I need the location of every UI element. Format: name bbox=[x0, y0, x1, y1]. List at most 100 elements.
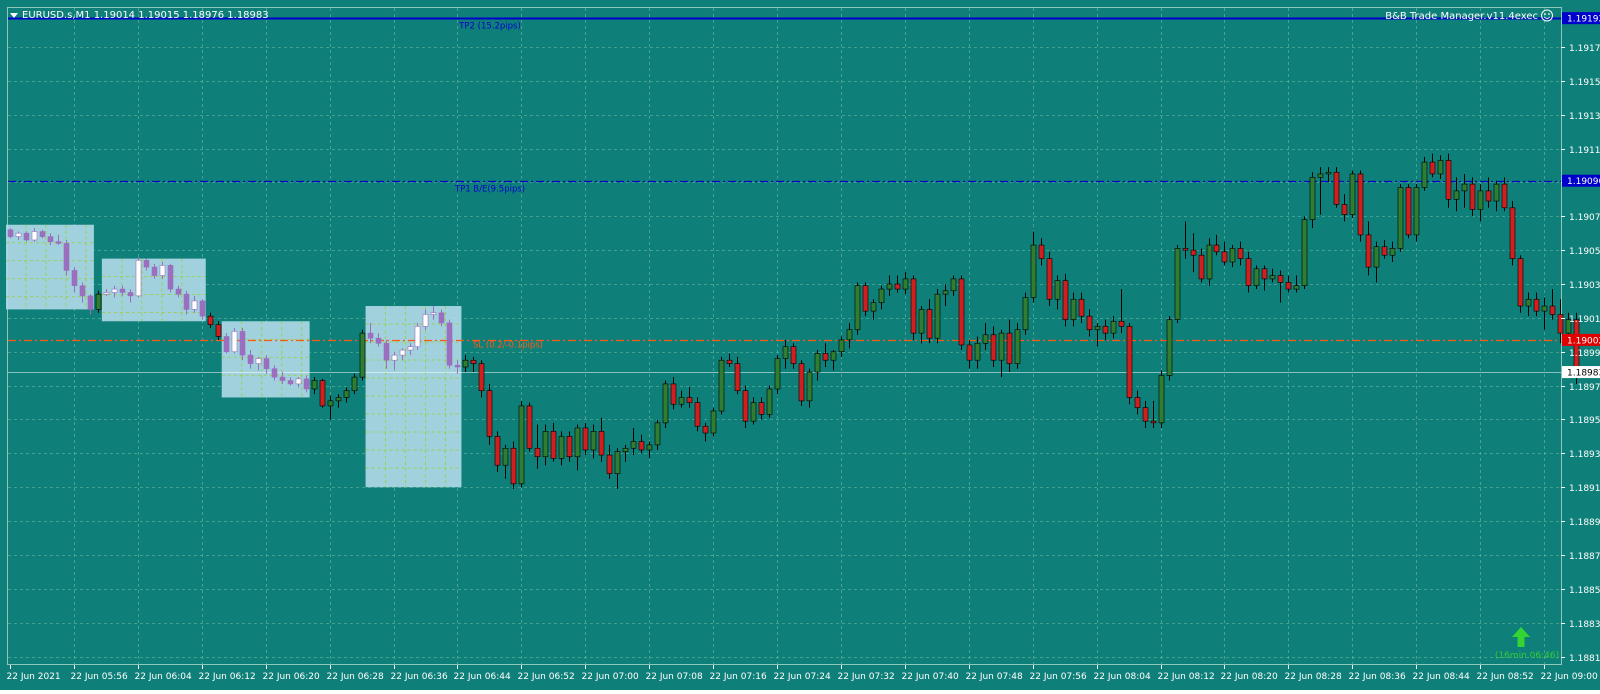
candle-body bbox=[87, 295, 94, 310]
candle bbox=[526, 402, 533, 452]
time-tick-label: 22 Jun 06:44 bbox=[454, 672, 511, 682]
candle-body bbox=[638, 441, 645, 451]
candle-body bbox=[1206, 244, 1213, 280]
candle bbox=[1206, 238, 1213, 286]
candle-body bbox=[422, 314, 429, 327]
candle-body bbox=[239, 331, 246, 356]
candle-body bbox=[1166, 319, 1173, 376]
candle-body bbox=[231, 331, 238, 353]
candle bbox=[1174, 245, 1181, 323]
candle-body bbox=[183, 293, 190, 310]
price-chart[interactable]: TP2 (15.2pips) TP1 B/E(9.5pips) SL (0.2/-0… bbox=[0, 0, 1600, 690]
candle bbox=[1158, 370, 1165, 428]
candle-body bbox=[359, 332, 366, 378]
candle bbox=[510, 441, 517, 489]
candle-body bbox=[1078, 298, 1085, 317]
candle-body bbox=[1086, 315, 1093, 331]
candle-body bbox=[1213, 244, 1220, 253]
price-tick-label: 1.18835 bbox=[1569, 620, 1600, 630]
chart-window[interactable]: TP2 (15.2pips) TP1 B/E(9.5pips) SL (0.2/-0… bbox=[0, 0, 1600, 690]
candle-body bbox=[926, 309, 933, 339]
price-tag-bid: 1.18983 bbox=[1562, 366, 1600, 379]
level-label-sl: SL (0.2/-0.1pips) bbox=[473, 341, 543, 351]
candle-body bbox=[151, 266, 158, 276]
price-tick-label: 1.19115 bbox=[1569, 146, 1600, 156]
candle-body bbox=[1285, 282, 1292, 290]
candle bbox=[1405, 184, 1412, 239]
time-tick-label: 22 Jun 06:04 bbox=[135, 672, 192, 682]
candle-body bbox=[742, 390, 749, 422]
candle-body bbox=[446, 322, 453, 366]
price-tag-text: 1.18983 bbox=[1567, 369, 1600, 379]
candle-body bbox=[1301, 219, 1308, 287]
time-tick-label: 22 Jun 2021 bbox=[7, 672, 61, 682]
price-tag-tp1: 1.19096 bbox=[1562, 174, 1600, 187]
price-tick-label: 1.18995 bbox=[1569, 349, 1600, 359]
price-tick-label: 1.19135 bbox=[1569, 112, 1600, 122]
candle bbox=[662, 380, 669, 428]
candle-body bbox=[407, 346, 414, 351]
candle-body bbox=[1461, 183, 1468, 192]
candle-body bbox=[1373, 246, 1380, 268]
time-tick-label: 22 Jun 08:28 bbox=[1285, 672, 1342, 682]
price-tag-tp2: 1.19192 bbox=[1562, 12, 1600, 25]
candle-body bbox=[1158, 375, 1165, 424]
time-tick-label: 22 Jun 08:52 bbox=[1477, 672, 1534, 682]
candle-body bbox=[1126, 326, 1133, 398]
price-tick-label: 1.18895 bbox=[1569, 518, 1600, 528]
price-tick-label: 1.18815 bbox=[1569, 654, 1600, 664]
candle-body bbox=[303, 378, 310, 390]
candle bbox=[718, 356, 725, 415]
candle bbox=[1022, 292, 1029, 335]
candle-body bbox=[758, 402, 765, 415]
candle-body bbox=[678, 397, 685, 405]
candle-body bbox=[822, 353, 829, 361]
candle-body bbox=[351, 376, 358, 391]
candle-body bbox=[958, 278, 965, 346]
candle-body bbox=[710, 410, 717, 434]
candle-body bbox=[582, 427, 589, 451]
candle bbox=[1126, 322, 1133, 405]
candle-body bbox=[311, 380, 318, 390]
candle-body bbox=[1190, 249, 1197, 256]
candle-body bbox=[327, 400, 334, 407]
candle bbox=[1357, 170, 1364, 242]
candle-body bbox=[718, 359, 725, 412]
candle-body bbox=[247, 354, 254, 364]
candle-body bbox=[990, 334, 997, 361]
expert-name: B&B Trade Manager.v11.4exec bbox=[1385, 11, 1538, 22]
candle-body bbox=[1517, 258, 1524, 307]
candle-body bbox=[670, 383, 677, 405]
candle bbox=[1062, 273, 1069, 327]
candle-body bbox=[894, 283, 901, 290]
candle-body bbox=[1070, 298, 1077, 320]
candle-body bbox=[1309, 177, 1316, 220]
candle-body bbox=[798, 363, 805, 402]
candle-body bbox=[1198, 254, 1205, 280]
candle-body bbox=[1245, 258, 1252, 287]
time-tick-label: 22 Jun 05:56 bbox=[71, 672, 128, 682]
candle-body bbox=[558, 436, 565, 459]
time-tick-label: 22 Jun 07:24 bbox=[774, 672, 831, 682]
candle bbox=[1166, 316, 1173, 381]
candle-body bbox=[646, 444, 653, 451]
candle-body bbox=[846, 329, 853, 341]
candle-body bbox=[7, 229, 14, 237]
price-tag-text: 1.19096 bbox=[1567, 177, 1600, 187]
candle-body bbox=[606, 454, 613, 474]
candle-body bbox=[119, 288, 126, 293]
candle-body bbox=[966, 344, 973, 361]
time-tick-label: 22 Jun 06:28 bbox=[327, 672, 384, 682]
candle-body bbox=[1509, 207, 1516, 259]
candle-body bbox=[127, 292, 134, 297]
price-tick-label: 1.18875 bbox=[1569, 552, 1600, 562]
candle bbox=[1046, 251, 1053, 307]
candle-body bbox=[854, 285, 861, 331]
candle bbox=[1301, 216, 1308, 290]
price-tick-label: 1.18975 bbox=[1569, 383, 1600, 393]
candle-body bbox=[526, 405, 533, 449]
candle-body bbox=[375, 337, 382, 344]
candle-body bbox=[862, 285, 869, 312]
candle bbox=[1333, 167, 1340, 208]
candle bbox=[63, 239, 70, 276]
